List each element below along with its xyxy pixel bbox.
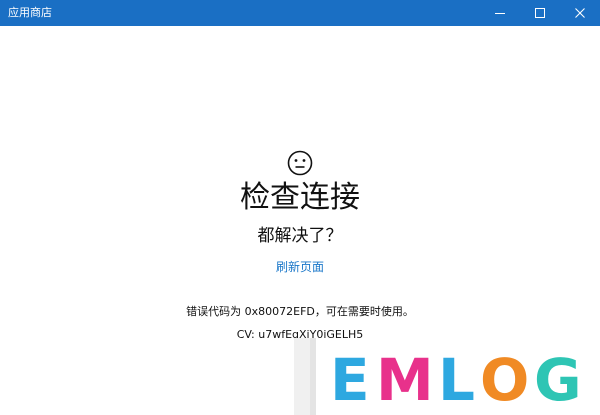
page-subtitle: 都解决了？	[257, 226, 343, 246]
page-title: 检查连接	[240, 180, 360, 215]
neutral-face-icon	[287, 150, 313, 176]
emlog-watermark: E M L O G	[294, 338, 600, 415]
watermark-letter-o: O	[480, 348, 529, 408]
app-window: 应用商店 检查连接 都解决了？ 刷新页面 错误代码为 0x80072EFD，可在…	[0, 0, 600, 415]
error-code-text: 错误代码为 0x80072EFD，可在需要时使用。	[186, 305, 414, 318]
watermark-letter-e: E	[330, 348, 370, 408]
close-icon	[575, 8, 585, 18]
maximize-icon	[535, 8, 545, 18]
minimize-button[interactable]	[480, 0, 520, 26]
title-bar[interactable]: 应用商店	[0, 0, 600, 26]
watermark-letter-g: G	[534, 348, 582, 408]
window-title: 应用商店	[8, 6, 52, 19]
emlog-logo: E M L O G	[330, 348, 582, 408]
minimize-icon	[495, 13, 505, 14]
watermark-letter-l: L	[438, 348, 475, 408]
close-button[interactable]	[560, 0, 600, 26]
maximize-button[interactable]	[520, 0, 560, 26]
refresh-page-link[interactable]: 刷新页面	[250, 257, 350, 277]
watermark-letter-m: M	[376, 348, 434, 408]
